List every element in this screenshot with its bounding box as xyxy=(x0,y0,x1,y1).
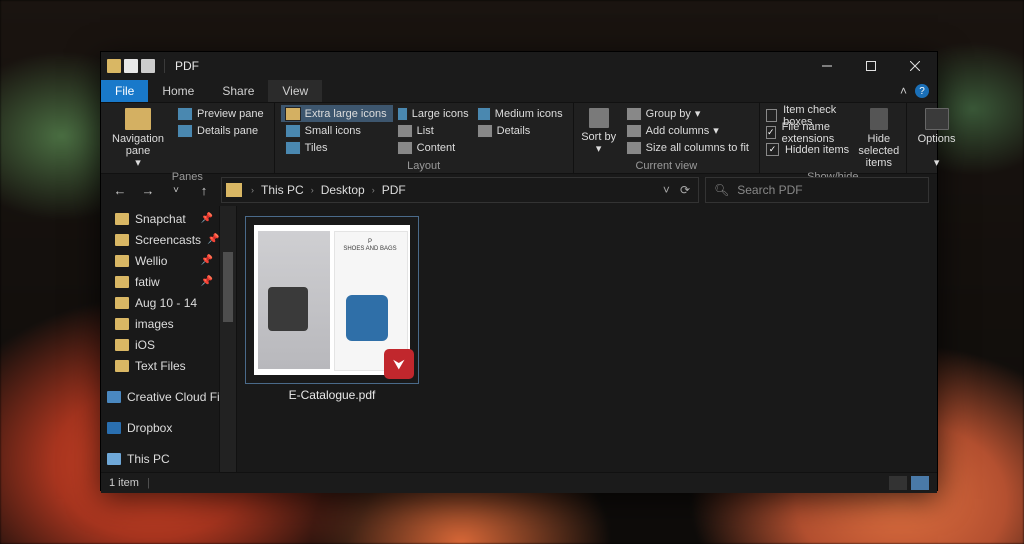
collapse-ribbon-icon[interactable]: ˄ xyxy=(900,84,907,98)
explorer-window: PDF File Home Share View ˄ ? Navigation … xyxy=(100,51,938,491)
pin-icon: 📌 xyxy=(207,234,219,245)
layout-extra-large-icons[interactable]: Extra large icons xyxy=(281,105,393,122)
folder-icon xyxy=(226,183,242,197)
forward-button[interactable]: → xyxy=(137,179,159,201)
help-icon[interactable]: ? xyxy=(915,84,929,98)
group-options: Options▾ xyxy=(907,103,967,173)
refresh-icon[interactable]: ⟳ xyxy=(680,183,690,197)
folder-icon xyxy=(107,59,121,73)
crumb-pdf[interactable]: PDF xyxy=(380,183,408,197)
tree-aug[interactable]: Aug 10 - 14 xyxy=(101,292,219,313)
titlebar: PDF xyxy=(101,52,937,80)
options-button[interactable]: Options▾ xyxy=(913,105,961,169)
tree-creative-cloud[interactable]: Creative Cloud Files xyxy=(101,386,219,407)
crumb-this-pc[interactable]: This PC xyxy=(259,183,306,197)
back-button[interactable]: ← xyxy=(109,179,131,201)
tab-home[interactable]: Home xyxy=(148,80,208,102)
group-panes: Navigation pane ▾ Preview pane Details p… xyxy=(101,103,275,173)
qat xyxy=(101,59,171,73)
layout-tiles[interactable]: Tiles xyxy=(281,139,393,156)
pdf-badge-icon: ⮟ xyxy=(384,349,414,379)
tree-scrollbar[interactable] xyxy=(220,206,237,472)
tree-ios[interactable]: iOS xyxy=(101,334,219,355)
crumb-desktop[interactable]: Desktop xyxy=(319,183,367,197)
group-show-hide: Item check boxes ✓File name extensions ✓… xyxy=(760,103,907,173)
file-item[interactable]: PSHOES AND BAGS ⮟ E-Catalogue.pdf xyxy=(247,216,417,402)
layout-details[interactable]: Details xyxy=(473,122,567,139)
layout-medium-icons[interactable]: Medium icons xyxy=(473,105,567,122)
tree-fatiw[interactable]: fatiw📌 xyxy=(101,271,219,292)
sort-by-button[interactable]: Sort by ▾ xyxy=(580,105,618,155)
file-list[interactable]: PSHOES AND BAGS ⮟ E-Catalogue.pdf xyxy=(237,206,937,472)
ribbon-tabs: File Home Share View ˄ ? xyxy=(101,80,937,103)
layout-list[interactable]: List xyxy=(393,122,473,139)
icons-view-icon[interactable] xyxy=(911,476,929,490)
nav-tree[interactable]: Snapchat📌 Screencasts📌 Wellio📌 fatiw📌 Au… xyxy=(101,206,220,472)
status-bar: 1 item | xyxy=(101,472,937,493)
close-button[interactable] xyxy=(893,52,937,80)
tree-images[interactable]: images xyxy=(101,313,219,334)
explorer-body: Snapchat📌 Screencasts📌 Wellio📌 fatiw📌 Au… xyxy=(101,206,937,472)
address-bar[interactable]: › This PC › Desktop › PDF ˅ ⟳ xyxy=(221,177,699,203)
recent-locations-button[interactable]: ˅ xyxy=(165,179,187,201)
size-columns-button[interactable]: Size all columns to fit xyxy=(622,139,753,156)
ribbon: Navigation pane ▾ Preview pane Details p… xyxy=(101,103,937,174)
pin-icon: 📌 xyxy=(201,255,213,266)
pin-icon: 📌 xyxy=(201,213,213,224)
search-box[interactable]: 🔍︎ Search PDF xyxy=(705,177,929,203)
address-dropdown-icon[interactable]: ˅ xyxy=(663,183,670,197)
scrollbar-thumb[interactable] xyxy=(223,252,233,322)
hide-selected-button[interactable]: Hide selected items xyxy=(858,105,900,169)
tree-dropbox[interactable]: Dropbox xyxy=(101,417,219,438)
navigation-pane-button[interactable]: Navigation pane ▾ xyxy=(107,105,169,169)
up-button[interactable]: ↑ xyxy=(193,179,215,201)
tree-3d-objects[interactable]: 3D Objects xyxy=(101,469,219,472)
layout-content[interactable]: Content xyxy=(393,139,473,156)
hidden-items-toggle[interactable]: ✓Hidden items xyxy=(766,141,854,158)
add-columns-button[interactable]: Add columns ▾ xyxy=(622,122,753,139)
maximize-button[interactable] xyxy=(849,52,893,80)
search-placeholder: Search PDF xyxy=(737,183,802,197)
window-title: PDF xyxy=(171,59,199,73)
search-icon: 🔍︎ xyxy=(714,183,729,197)
layout-large-icons[interactable]: Large icons xyxy=(393,105,473,122)
tree-this-pc[interactable]: This PC xyxy=(101,448,219,469)
pin-icon: 📌 xyxy=(201,276,213,287)
group-layout: Extra large icons Large icons Medium ico… xyxy=(275,103,574,173)
file-name: E-Catalogue.pdf xyxy=(289,388,376,402)
nav-bar: ← → ˅ ↑ › This PC › Desktop › PDF ˅ ⟳ 🔍︎… xyxy=(101,174,937,206)
tree-textfiles[interactable]: Text Files xyxy=(101,355,219,376)
layout-small-icons[interactable]: Small icons xyxy=(281,122,393,139)
file-extensions-toggle[interactable]: ✓File name extensions xyxy=(766,124,854,141)
tree-screencasts[interactable]: Screencasts📌 xyxy=(101,229,219,250)
tab-share[interactable]: Share xyxy=(208,80,268,102)
status-count: 1 item xyxy=(109,477,139,489)
tree-wellio[interactable]: Wellio📌 xyxy=(101,250,219,271)
group-current-view: Sort by ▾ Group by ▾ Add columns ▾ Size … xyxy=(574,103,760,173)
props-icon xyxy=(141,59,155,73)
details-pane-button[interactable]: Details pane xyxy=(173,122,268,139)
details-view-icon[interactable] xyxy=(889,476,907,490)
tab-view[interactable]: View xyxy=(268,80,322,102)
minimize-button[interactable] xyxy=(805,52,849,80)
tab-file[interactable]: File xyxy=(101,80,148,102)
group-by-button[interactable]: Group by ▾ xyxy=(622,105,753,122)
preview-pane-button[interactable]: Preview pane xyxy=(173,105,268,122)
file-icon xyxy=(124,59,138,73)
tree-snapchat[interactable]: Snapchat📌 xyxy=(101,208,219,229)
file-thumbnail: PSHOES AND BAGS ⮟ xyxy=(245,216,419,384)
